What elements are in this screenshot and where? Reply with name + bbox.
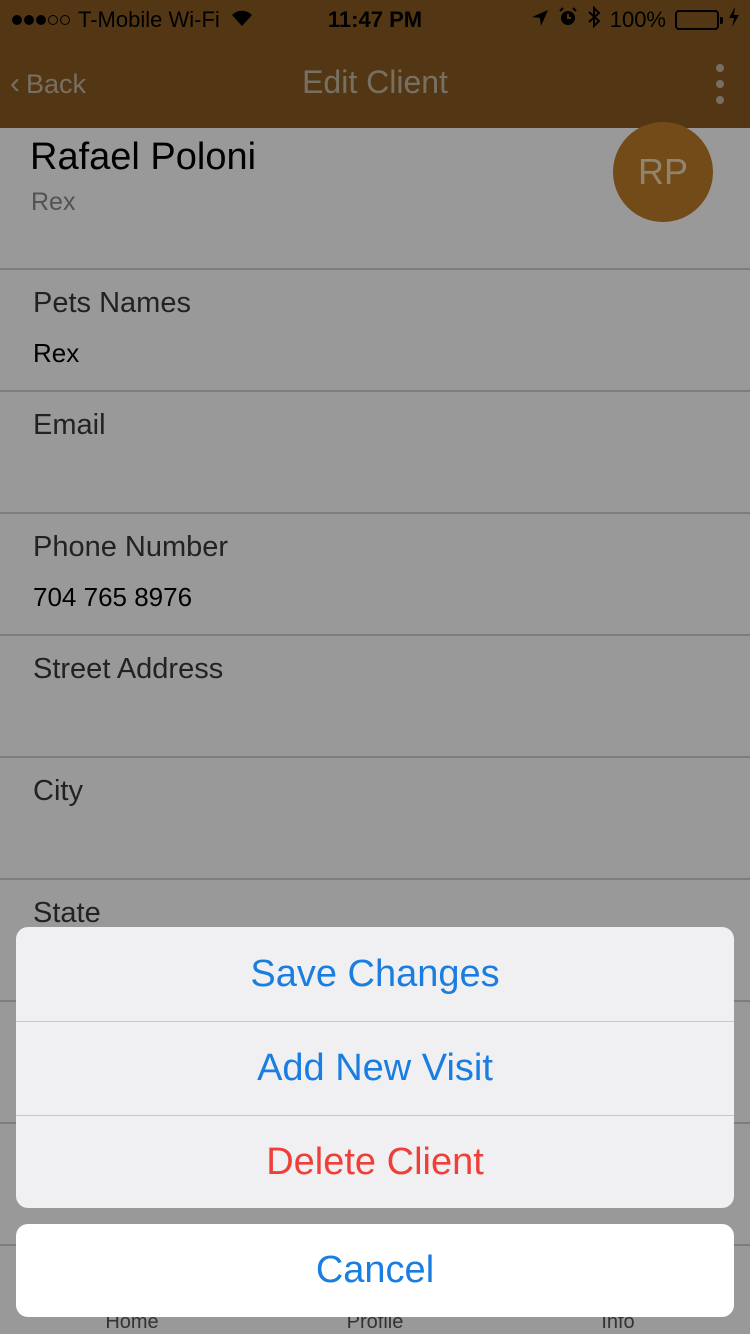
action-sheet: Save Changes Add New Visit Delete Client (16, 927, 734, 1208)
delete-client-button[interactable]: Delete Client (16, 1115, 734, 1208)
save-changes-button[interactable]: Save Changes (16, 927, 734, 1021)
action-sheet-cancel: Cancel (16, 1224, 734, 1317)
add-new-visit-button[interactable]: Add New Visit (16, 1021, 734, 1115)
cancel-button[interactable]: Cancel (16, 1224, 734, 1317)
